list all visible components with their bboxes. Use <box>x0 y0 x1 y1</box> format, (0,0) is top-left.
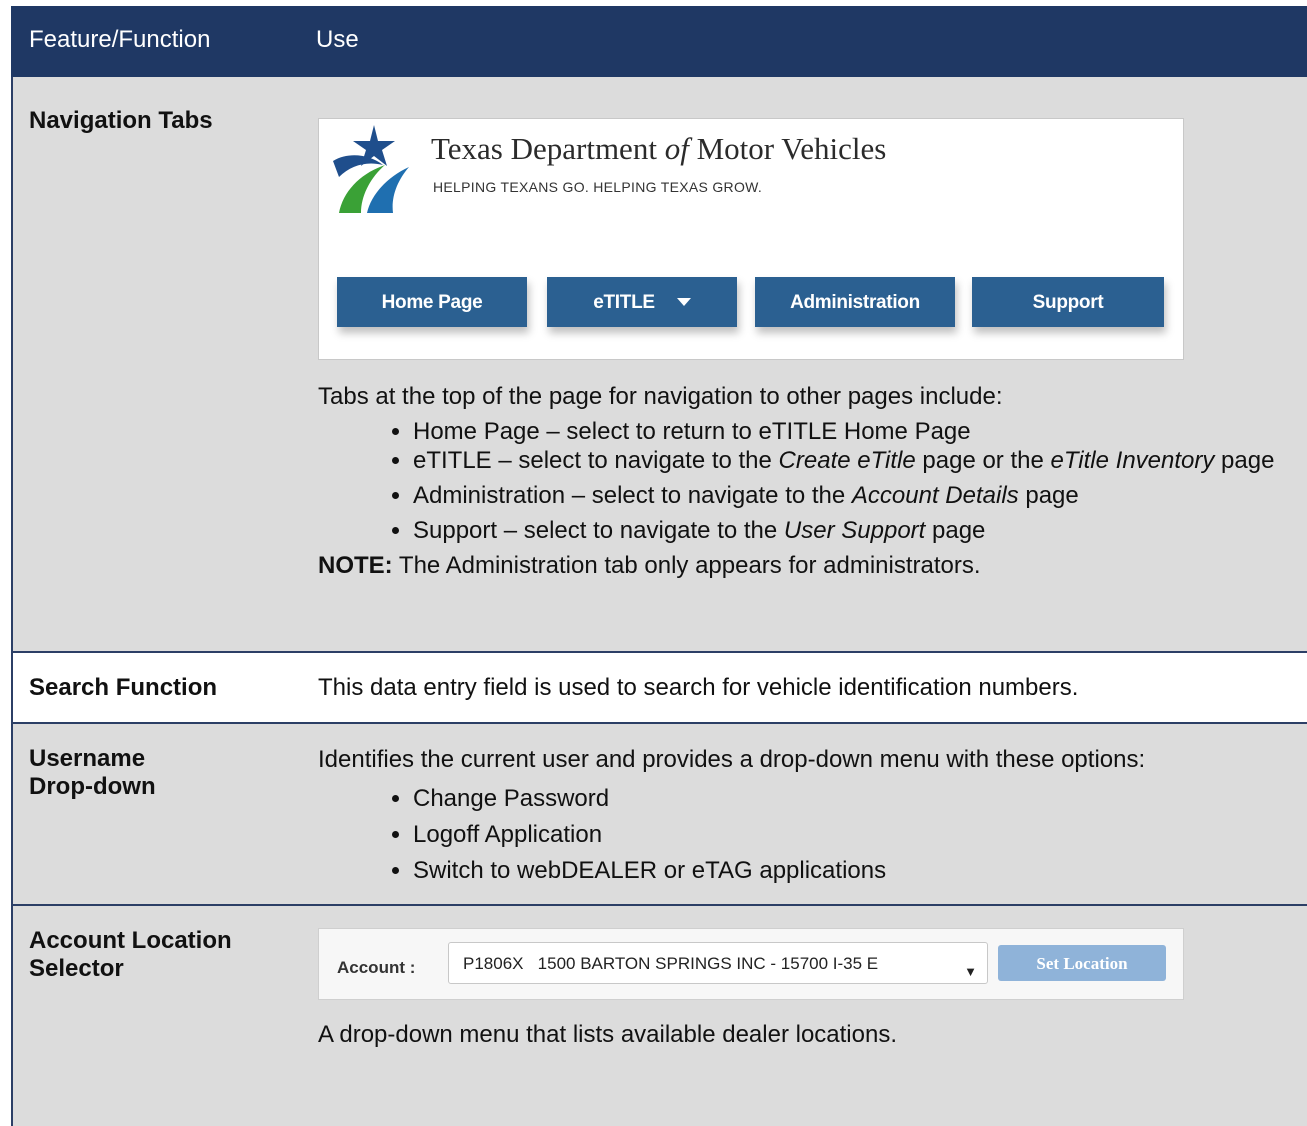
nav-bullet-list: Home Page – select to return to eTITLE H… <box>318 417 1295 545</box>
list-item: Switch to webDEALER or eTAG applications <box>413 853 1295 889</box>
username-options-list: Change Password Logoff Application Switc… <box>318 781 1295 889</box>
chevron-down-icon: ▼ <box>964 964 977 979</box>
use-account-location-selector: Account : P1806X 1500 BARTON SPRINGS INC… <box>303 906 1307 1126</box>
feature-username-dropdown: Username Drop-down <box>29 745 156 800</box>
list-item: eTITLE – select to navigate to the Creat… <box>413 446 1295 475</box>
chevron-down-icon <box>676 298 691 306</box>
row-navigation-tabs: Navigation Tabs Texas Department of Moto… <box>11 77 1307 653</box>
txdmv-banner: Texas Department of Motor Vehicles HELPI… <box>318 118 1184 360</box>
account-selector-panel: Account : P1806X 1500 BARTON SPRINGS INC… <box>318 928 1184 1000</box>
tab-administration[interactable]: Administration <box>755 277 955 327</box>
row-username-dropdown: Username Drop-down Identifies the curren… <box>11 724 1307 906</box>
nav-intro: Tabs at the top of the page for navigati… <box>318 383 1003 410</box>
list-item: Logoff Application <box>413 817 1295 853</box>
list-item: Administration – select to navigate to t… <box>413 481 1295 510</box>
account-select[interactable]: P1806X 1500 BARTON SPRINGS INC - 15700 I… <box>448 942 988 984</box>
table-header: Feature/Function Use <box>11 6 1307 77</box>
tab-etitle[interactable]: eTITLE <box>547 277 737 327</box>
row-search-function: Search Function This data entry field is… <box>11 653 1307 724</box>
header-feature: Feature/Function <box>29 26 211 53</box>
tab-home-page[interactable]: Home Page <box>337 277 527 327</box>
use-navigation-tabs: Texas Department of Motor Vehicles HELPI… <box>303 77 1307 651</box>
nav-note: NOTE: The Administration tab only appear… <box>318 552 981 579</box>
set-location-button[interactable]: Set Location <box>998 945 1166 981</box>
org-name: Texas Department of Motor Vehicles <box>431 131 887 166</box>
account-use: A drop-down menu that lists available de… <box>318 1021 897 1048</box>
feature-navigation-tabs: Navigation Tabs <box>29 107 213 134</box>
list-item: Support – select to navigate to the User… <box>413 516 1295 545</box>
header-use: Use <box>316 26 359 53</box>
use-search-function: This data entry field is used to search … <box>318 674 1079 701</box>
feature-table: Feature/Function Use Navigation Tabs Tex… <box>11 6 1307 1126</box>
tab-support[interactable]: Support <box>972 277 1164 327</box>
use-username-dropdown: Identifies the current user and provides… <box>303 724 1307 904</box>
list-item: Home Page – select to return to eTITLE H… <box>413 417 1295 446</box>
org-tagline: HELPING TEXANS GO. HELPING TEXAS GROW. <box>433 179 763 195</box>
txdmv-star-logo-icon <box>333 125 409 213</box>
account-label: Account : <box>337 958 416 977</box>
list-item: Change Password <box>413 781 1295 817</box>
username-intro: Identifies the current user and provides… <box>318 746 1146 773</box>
row-account-location-selector: Account Location Selector Account : P180… <box>11 906 1307 1126</box>
feature-account-location-selector: Account Location Selector <box>29 927 232 982</box>
feature-search-function: Search Function <box>29 674 218 701</box>
